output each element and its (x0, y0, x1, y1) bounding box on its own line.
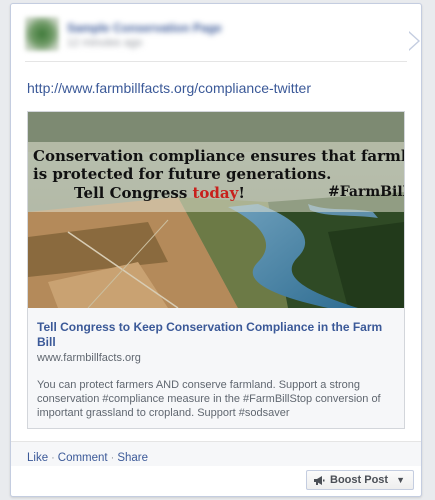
comment-link[interactable]: Comment (58, 452, 108, 464)
image-text-prefix: Tell Congress (74, 184, 193, 202)
megaphone-icon (314, 475, 325, 485)
card-pointer (408, 32, 418, 50)
share-link[interactable]: Share (117, 452, 148, 464)
action-separator: · (110, 452, 115, 464)
post-url-link[interactable]: http://www.farmbillfacts.org/compliance-… (27, 80, 311, 96)
action-separator: · (51, 452, 55, 464)
like-link[interactable]: Like (27, 452, 48, 464)
image-text-line1: Conservation compliance ensures that far… (33, 147, 404, 165)
image-text-suffix: ! (238, 184, 245, 202)
post-card: Sample Conservation Page 12 minutes ago … (10, 3, 422, 497)
image-text-line2: is protected for future generations. (33, 165, 332, 183)
attachment-image[interactable]: Conservation compliance ensures that far… (28, 112, 404, 308)
image-text-highlight: today (192, 184, 239, 202)
link-attachment[interactable]: Conservation compliance ensures that far… (27, 111, 405, 429)
post-timestamp[interactable]: 12 minutes ago (67, 37, 142, 49)
chevron-down-icon: ▼ (396, 475, 405, 485)
attachment-title[interactable]: Tell Congress to Keep Conservation Compl… (37, 320, 392, 350)
image-hashtag: #FarmBill (328, 184, 404, 200)
avatar[interactable] (25, 17, 59, 51)
header-divider (25, 61, 407, 62)
image-text-line3: Tell Congress today! (74, 184, 245, 202)
author-name[interactable]: Sample Conservation Page (67, 21, 222, 35)
boost-post-button[interactable]: Boost Post ▼ (306, 470, 414, 490)
attachment-domain: www.farmbillfacts.org (37, 352, 141, 364)
post-header: Sample Conservation Page 12 minutes ago (25, 17, 407, 57)
boost-post-label: Boost Post (330, 474, 389, 486)
attachment-description: You can protect farmers AND conserve far… (37, 379, 381, 419)
post-actions-bar: Like · Comment · Share (11, 441, 421, 466)
